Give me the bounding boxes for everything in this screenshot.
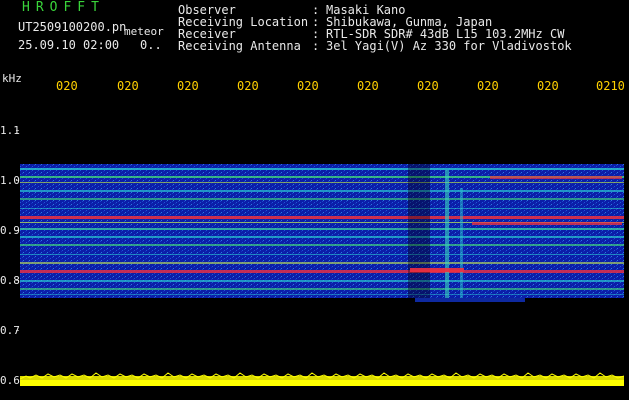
y-tick-mark [16,280,19,281]
info-key: Receiving Antenna [178,39,301,53]
x-tick-label: 020 [477,79,499,93]
waterfall-canvas [20,164,624,386]
y-tick-mark [16,330,19,331]
observation-datetime: 25.09.10 02:00 [18,38,120,52]
x-tick-label: 020 [237,79,259,93]
image-filename: UT2509100200.pn [18,20,127,34]
signal-band [20,164,624,298]
meteor-count: 0.. [140,38,162,52]
hrofft-logo: HROFFT [22,0,105,15]
y-axis-unit: kHz [2,72,22,85]
y-tick-mark [16,130,19,131]
x-tick-label: 020 [117,79,139,93]
info-value: 3el Yagi(V) Az 330 for Vladivostok [326,39,572,53]
noise-floor [20,372,624,386]
y-tick-mark [16,180,19,181]
y-tick-mark [16,230,19,231]
x-tick-label: 0210 [596,79,625,93]
x-tick-label: 020 [56,79,78,93]
y-tick-label: 0.6 [0,374,20,387]
spectrogram-waterfall [20,98,624,386]
station-info: Observer : Masaki Kano Receiving Locatio… [178,4,572,52]
x-tick-label: 020 [177,79,199,93]
x-tick-label: 020 [417,79,439,93]
info-colon: : [312,39,320,53]
meteor-tag: meteor [124,25,164,38]
x-tick-label: 020 [357,79,379,93]
x-tick-label: 020 [297,79,319,93]
info-row-antenna: Receiving Antenna : 3el Yagi(V) Az 330 f… [178,40,572,52]
x-tick-label: 020 [537,79,559,93]
